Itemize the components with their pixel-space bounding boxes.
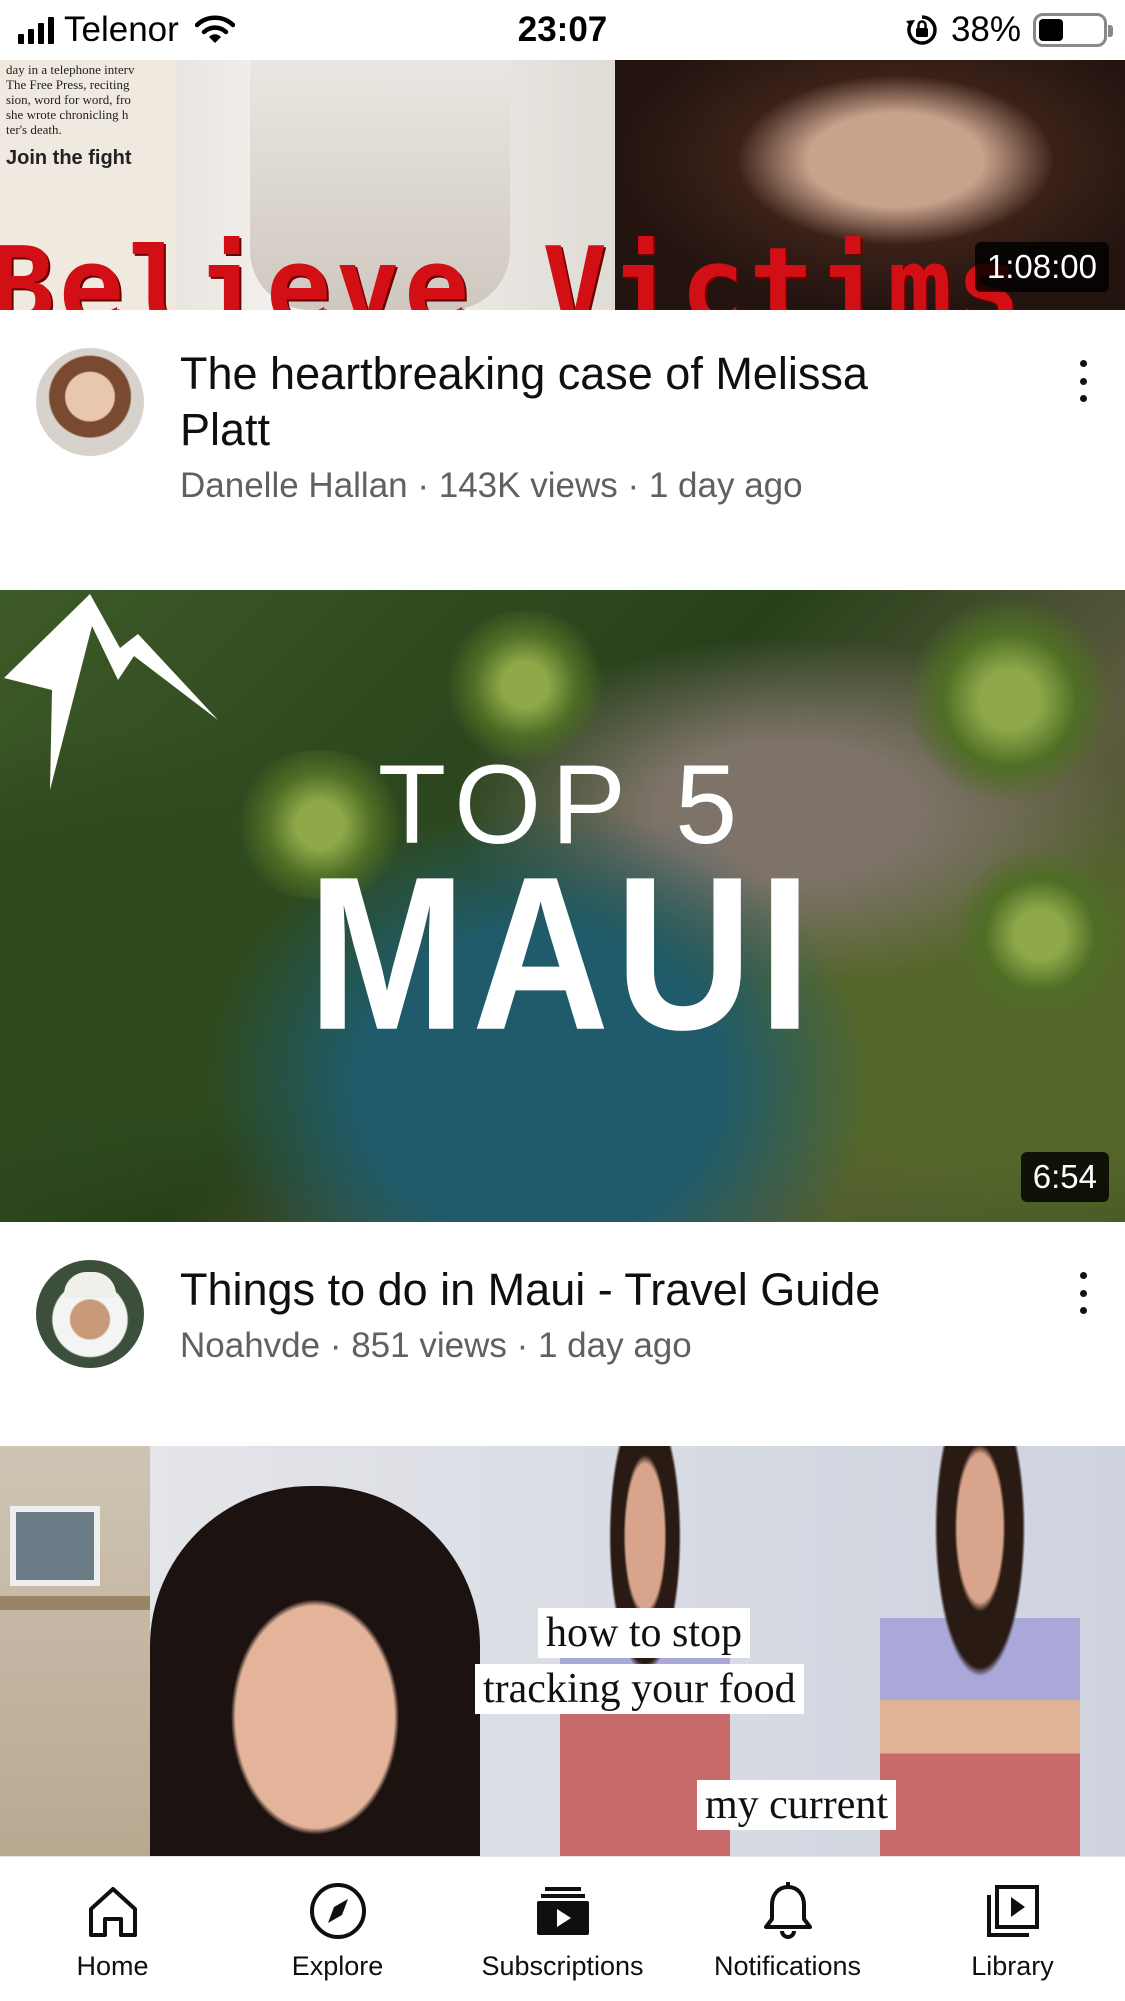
upload-age: 1 day ago xyxy=(537,1326,692,1365)
nav-notifications[interactable]: Notifications xyxy=(675,1857,900,2001)
orientation-lock-icon xyxy=(905,15,937,45)
video-thumbnail-1[interactable]: day in a telephone interv The Free Press… xyxy=(0,60,1125,310)
thumbnail-palm xyxy=(440,610,610,760)
nav-label: Home xyxy=(76,1951,149,1981)
video-meta-1: The heartbreaking case of Melissa Platt … xyxy=(0,310,1125,590)
battery-icon xyxy=(1033,13,1113,47)
channel-name[interactable]: Noahvde xyxy=(180,1326,320,1365)
bottom-navigation: Home Explore Subscriptions Notifications… xyxy=(0,1856,1125,2001)
battery-percent: 38% xyxy=(950,10,1021,49)
nav-explore[interactable]: Explore xyxy=(225,1857,450,2001)
video-subtitle: Noahvde · 851 views · 1 day ago xyxy=(180,1326,692,1365)
bell-icon xyxy=(758,1881,818,1941)
nav-subscriptions[interactable]: Subscriptions xyxy=(450,1857,675,2001)
thumbnail-photo-frame xyxy=(10,1506,100,1586)
thumbnail-person xyxy=(880,1446,1080,1856)
thumbnail-title-line2: MAUI xyxy=(307,832,818,1076)
thumbnail-caption: my current xyxy=(697,1780,897,1830)
duration-badge: 6:54 xyxy=(1020,1152,1109,1202)
duration-badge: 1:08:00 xyxy=(974,242,1109,292)
battery-level xyxy=(1039,19,1063,41)
nav-label: Notifications xyxy=(713,1951,862,1981)
nav-label: Library xyxy=(971,1951,1054,1981)
channel-avatar[interactable] xyxy=(36,1260,144,1368)
news-line: she wrote chronicling h xyxy=(6,107,129,122)
nav-label: Explore xyxy=(291,1951,384,1981)
video-thumbnail-3[interactable]: how to stop tracking your food my curren… xyxy=(0,1446,1125,1856)
subscriptions-icon xyxy=(533,1881,593,1941)
status-bar: Telenor 23:07 38% xyxy=(0,0,1125,60)
video-title[interactable]: Things to do in Maui - Travel Guide xyxy=(180,1262,960,1318)
channel-name[interactable]: Danelle Hallan xyxy=(180,466,408,505)
video-thumbnail-2[interactable]: TOP 5 MAUI 6:54 xyxy=(0,590,1125,1222)
nav-home[interactable]: Home xyxy=(0,1857,225,2001)
video-subtitle: Danelle Hallan · 143K views · 1 day ago xyxy=(180,466,803,505)
news-heading: Join the fight xyxy=(6,147,132,169)
nav-library[interactable]: Library xyxy=(900,1857,1125,2001)
channel-avatar[interactable] xyxy=(36,348,144,456)
thumbnail-caption: how to stop xyxy=(538,1608,751,1658)
home-icon xyxy=(83,1881,143,1941)
view-count: 851 views xyxy=(351,1326,507,1365)
news-line: sion, word for word, fro xyxy=(6,92,131,107)
library-icon xyxy=(983,1881,1043,1941)
news-line: ter's death. xyxy=(6,122,62,137)
more-options-icon[interactable] xyxy=(1063,1268,1103,1318)
thumbnail-overlay-text: Believe Victims xyxy=(0,225,1026,310)
news-line: day in a telephone interv xyxy=(6,62,135,77)
upload-age: 1 day ago xyxy=(648,466,803,505)
nav-label: Subscriptions xyxy=(481,1951,644,1981)
more-options-icon[interactable] xyxy=(1063,356,1103,406)
thumbnail-person xyxy=(150,1486,480,1856)
video-title[interactable]: The heartbreaking case of Melissa Platt xyxy=(180,346,960,458)
view-count: 143K views xyxy=(438,466,618,505)
compass-icon xyxy=(308,1881,368,1941)
status-right: 38% xyxy=(905,10,1113,50)
video-meta-2: Things to do in Maui - Travel Guide Noah… xyxy=(0,1222,1125,1446)
news-line: The Free Press, reciting xyxy=(6,77,130,92)
thumbnail-caption: tracking your food xyxy=(475,1664,804,1714)
